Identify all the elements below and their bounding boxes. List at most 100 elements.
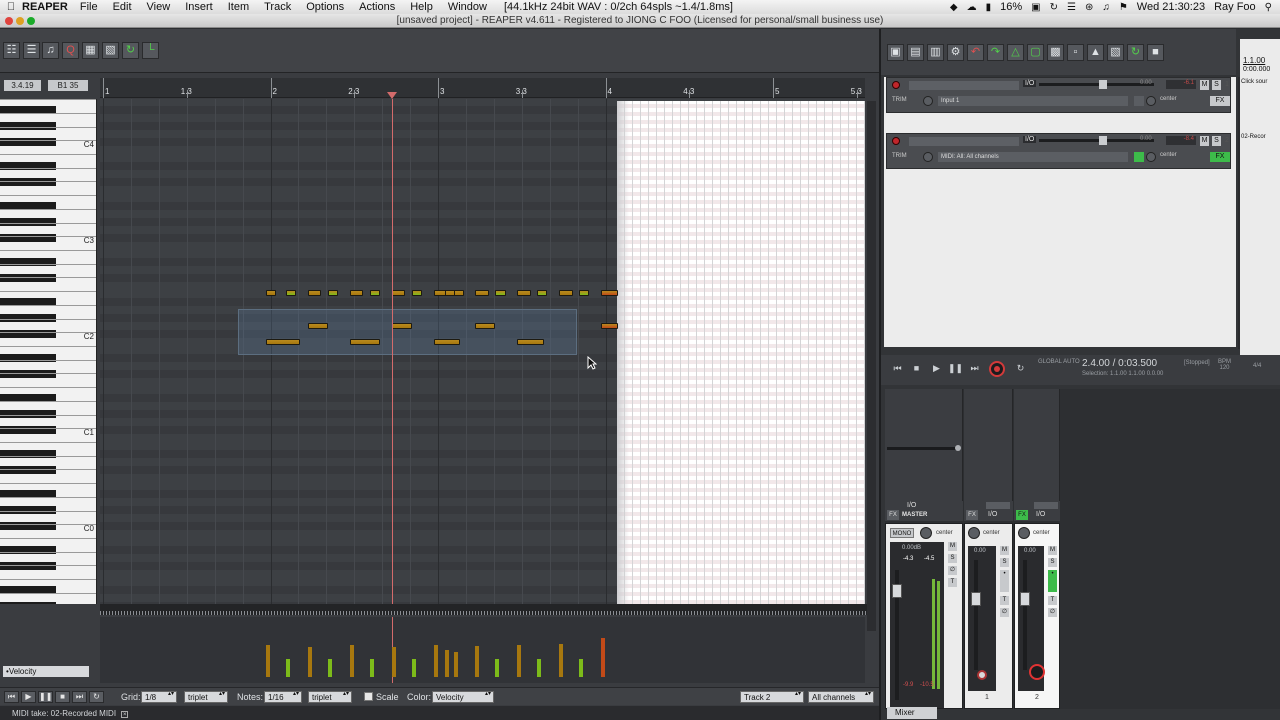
track2-name-field[interactable] bbox=[1034, 502, 1058, 509]
black-key[interactable] bbox=[0, 330, 56, 338]
menu-item[interactable]: Item bbox=[228, 1, 249, 13]
repeat-icon[interactable]: ↻ bbox=[89, 691, 104, 703]
velocity-bar[interactable] bbox=[453, 651, 458, 677]
midi-note[interactable] bbox=[307, 290, 322, 296]
midi-note[interactable] bbox=[475, 323, 496, 329]
audio-device-info[interactable]: [44.1kHz 24bit WAV : 0/2ch 64spls ~1.4/1… bbox=[504, 1, 733, 13]
velocity-bar[interactable] bbox=[445, 649, 450, 677]
master-fx-button[interactable]: FX bbox=[887, 510, 899, 520]
black-key[interactable] bbox=[0, 234, 56, 242]
midi-note[interactable] bbox=[327, 290, 339, 296]
black-key[interactable] bbox=[0, 522, 56, 530]
track1-io-button[interactable]: I/O bbox=[988, 511, 997, 518]
master-width-slider[interactable] bbox=[887, 447, 957, 450]
solo-button[interactable]: S bbox=[1212, 136, 1221, 146]
velocity-lane[interactable] bbox=[100, 617, 865, 683]
midi-note[interactable] bbox=[601, 323, 618, 329]
track1-mute-button[interactable]: M bbox=[1000, 546, 1009, 555]
cloud-icon[interactable]: ☁ bbox=[967, 2, 977, 13]
project-settings-icon[interactable]: ⚙ bbox=[947, 44, 964, 61]
phase-icon[interactable] bbox=[923, 152, 933, 162]
go-start-icon[interactable]: ⏮ bbox=[889, 361, 906, 376]
scale-checkbox[interactable] bbox=[364, 692, 373, 701]
track2-fx-button[interactable]: FX bbox=[1016, 510, 1028, 520]
battery-icon[interactable]: ▮ bbox=[986, 2, 992, 13]
arrange-view[interactable]: 1.1.00 0:00.000 Click sour 02-Recor bbox=[1240, 39, 1280, 369]
black-key[interactable] bbox=[0, 258, 56, 266]
redo-icon[interactable]: ↷ bbox=[987, 44, 1004, 61]
track1-name-field[interactable] bbox=[986, 502, 1010, 509]
volume-fader-knob[interactable] bbox=[1099, 136, 1107, 145]
menu-view[interactable]: View bbox=[147, 1, 171, 13]
open-project-icon[interactable]: ▤ bbox=[907, 44, 924, 61]
midi-note[interactable] bbox=[307, 323, 328, 329]
volume-icon[interactable]: ♫ bbox=[1102, 2, 1110, 13]
grid-type-select[interactable]: triplet bbox=[184, 691, 228, 703]
midi-note[interactable] bbox=[286, 290, 297, 296]
piano-keyboard[interactable]: C4C3C2C1C0C-1 bbox=[0, 99, 97, 604]
bluetooth-icon[interactable]: ⊛ bbox=[1085, 2, 1093, 13]
new-project-icon[interactable]: ▣ bbox=[887, 44, 904, 61]
track-volume-fader[interactable] bbox=[1039, 80, 1154, 89]
track2-arm-button[interactable]: • bbox=[1048, 570, 1057, 592]
timeline-ruler[interactable]: 1 1.3 2 2.3 3 3.3 4 4.3 5 5.3 bbox=[100, 78, 865, 99]
midi-note[interactable] bbox=[433, 339, 461, 345]
clock[interactable]: Wed 21:30:23 bbox=[1137, 1, 1205, 13]
track-2[interactable]: I/O 0.00 -8.4 M S TRIM MIDI: All: All channels… bbox=[886, 133, 1231, 169]
velocity-bar[interactable] bbox=[286, 658, 291, 677]
track1-pan-knob[interactable] bbox=[968, 527, 980, 539]
user-name[interactable]: Ray Foo bbox=[1214, 1, 1256, 13]
master-width-knob[interactable] bbox=[955, 445, 961, 451]
track1-phase-button[interactable]: ∅ bbox=[1000, 608, 1009, 617]
menu-insert[interactable]: Insert bbox=[185, 1, 213, 13]
piano-roll-grid[interactable] bbox=[100, 99, 865, 604]
color-mode-select[interactable]: Velocity bbox=[432, 691, 494, 703]
midi-note[interactable] bbox=[495, 290, 506, 296]
notes-type-select[interactable]: triplet bbox=[308, 691, 352, 703]
black-key[interactable] bbox=[0, 426, 56, 434]
event-properties-icon[interactable]: ▦ bbox=[82, 42, 99, 59]
track2-fx-slot[interactable] bbox=[1014, 389, 1060, 501]
velocity-bar[interactable] bbox=[517, 645, 522, 677]
phase-icon[interactable] bbox=[923, 96, 933, 106]
trim-button[interactable]: TRIM bbox=[892, 97, 907, 103]
battery-percent[interactable]: 16% bbox=[1000, 1, 1022, 13]
ripple-edit-icon[interactable]: ▩ bbox=[1047, 44, 1064, 61]
midi-note[interactable] bbox=[266, 290, 277, 296]
midi-note[interactable] bbox=[559, 290, 573, 296]
velocity-bar[interactable] bbox=[495, 658, 500, 677]
menu-options[interactable]: Options bbox=[306, 1, 344, 13]
master-fx-slot[interactable] bbox=[885, 389, 963, 501]
master-io-button[interactable]: I/O bbox=[907, 502, 916, 509]
velocity-bar[interactable] bbox=[475, 645, 480, 677]
track2-solo-button[interactable]: S bbox=[1048, 558, 1057, 567]
envelope-icon[interactable]: ▲ bbox=[1087, 44, 1104, 61]
selection-readout[interactable]: Selection: 1.1.00 1.1.00 0.0.00 bbox=[1082, 371, 1163, 377]
midi-note[interactable] bbox=[349, 290, 364, 296]
pause-icon[interactable]: ❚❚ bbox=[947, 361, 964, 376]
track1-trim-button[interactable]: T bbox=[1000, 596, 1009, 605]
edit-cursor[interactable] bbox=[392, 99, 393, 604]
lock-icon[interactable]: ▣ bbox=[1031, 2, 1040, 13]
save-project-icon[interactable]: ▥ bbox=[927, 44, 944, 61]
master-fader[interactable] bbox=[892, 584, 902, 598]
velocity-bar[interactable] bbox=[537, 658, 542, 677]
velocity-bar[interactable] bbox=[433, 645, 438, 677]
vertical-scrollbar[interactable] bbox=[867, 101, 876, 631]
midi-note[interactable] bbox=[391, 323, 412, 329]
black-key[interactable] bbox=[0, 602, 56, 604]
step-input-icon[interactable]: ♫ bbox=[42, 42, 59, 59]
app-menu[interactable]: REAPER bbox=[22, 1, 68, 13]
flag-icon[interactable]: ⚑ bbox=[1119, 2, 1128, 13]
auto-crossfade-icon[interactable]: ▫ bbox=[1067, 44, 1084, 61]
track2-fader[interactable] bbox=[1020, 592, 1030, 606]
velocity-bar[interactable] bbox=[579, 658, 584, 677]
velocity-bar[interactable] bbox=[411, 658, 416, 677]
fx-button[interactable]: FX bbox=[1210, 96, 1230, 106]
track-1[interactable]: I/O 0.00 -6.1 M S TRIM Input 1 center FX 1 bbox=[886, 77, 1231, 113]
edit-cursor-marker[interactable] bbox=[387, 92, 397, 99]
midi-note[interactable] bbox=[517, 290, 531, 296]
tempo-display[interactable]: BPM 120 bbox=[1218, 359, 1231, 371]
active-track-select[interactable]: Track 2 bbox=[740, 691, 804, 703]
master-trim-button[interactable]: T bbox=[948, 578, 957, 587]
